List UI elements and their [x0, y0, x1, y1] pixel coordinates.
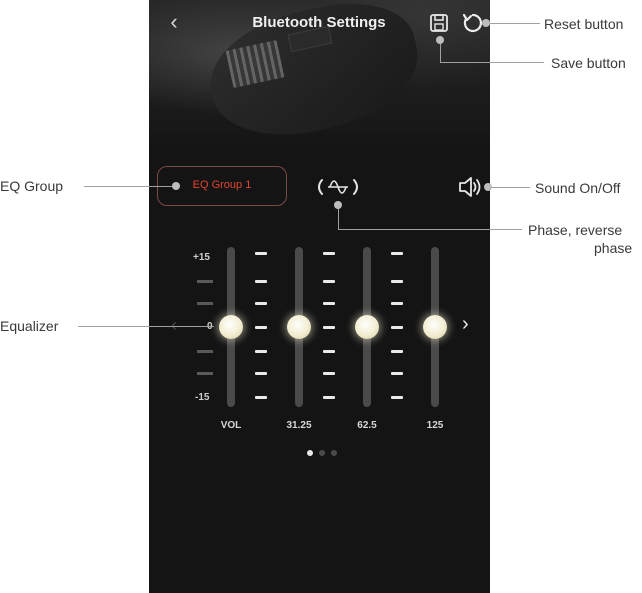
page-indicator [303, 450, 343, 458]
callout-endpoint [484, 183, 492, 191]
eq-tick [255, 396, 267, 399]
equalizer-panel: +15 0 -15 ‹ › VOL 31.25 62.5 125 [149, 240, 490, 440]
annotation-reset: Reset button [544, 16, 624, 32]
annotation-equalizer: Equalizer [0, 318, 59, 334]
callout-endpoint [172, 182, 180, 190]
speaker-icon[interactable] [458, 176, 482, 198]
scale-dash [197, 350, 213, 353]
callout-line [84, 186, 174, 187]
eq-tick [391, 372, 403, 375]
eq-tick [323, 252, 335, 255]
callout-line [338, 229, 522, 230]
eq-tick [391, 350, 403, 353]
page-title: Bluetooth Settings [252, 14, 386, 31]
page-dot[interactable] [319, 450, 325, 456]
callout-endpoint [436, 36, 444, 44]
scale-max-label: +15 [193, 252, 210, 263]
eq-tick [255, 372, 267, 375]
eq-tick [255, 350, 267, 353]
band-label-125: 125 [426, 420, 444, 431]
band-label-62: 62.5 [357, 420, 377, 431]
eq-tick [323, 350, 335, 353]
annotation-phase-line2: phase [594, 240, 633, 256]
eq-tick [255, 252, 267, 255]
scale-dash [197, 280, 213, 283]
eq-tick [255, 280, 267, 283]
eq-tick [391, 280, 403, 283]
callout-line [488, 187, 530, 188]
save-icon[interactable] [429, 13, 449, 33]
eq-tick [391, 252, 403, 255]
callout-line [78, 326, 214, 327]
scale-dash [197, 302, 213, 305]
chevron-left-icon[interactable]: ‹ [164, 11, 184, 33]
eq-tick [323, 326, 335, 329]
band-label-vol: VOL [220, 420, 242, 431]
scale-dash [197, 372, 213, 375]
annotation-eq-group: EQ Group [0, 178, 64, 194]
annotation-phase-line1: Phase, reverse [528, 222, 623, 238]
page-dot[interactable] [307, 450, 313, 456]
callout-endpoint [334, 201, 342, 209]
callout-line [440, 62, 544, 63]
phone-screen: ‹ Bluetooth Settings EQ Group 1 +15 -15 … [149, 0, 490, 593]
chevron-right-icon[interactable]: › [462, 313, 469, 336]
eq-tick [391, 302, 403, 305]
slider-knob-125[interactable] [423, 315, 447, 339]
annotation-save: Save button [551, 55, 626, 71]
slider-knob-31[interactable] [287, 315, 311, 339]
eq-tick [323, 396, 335, 399]
eq-tick [391, 396, 403, 399]
scale-min-label: -15 [195, 392, 210, 403]
band-label-31: 31.25 [286, 420, 312, 431]
eq-tick [323, 372, 335, 375]
eq-tick [391, 326, 403, 329]
callout-line [486, 23, 540, 24]
annotation-sound: Sound On/Off [535, 180, 621, 196]
eq-tick [323, 302, 335, 305]
phase-icon[interactable] [315, 175, 361, 199]
slider-knob-vol[interactable] [219, 315, 243, 339]
eq-tick [255, 326, 267, 329]
slider-knob-62[interactable] [355, 315, 379, 339]
eq-tick [255, 302, 267, 305]
page-dot[interactable] [331, 450, 337, 456]
callout-endpoint [482, 19, 490, 27]
eq-tick [323, 280, 335, 283]
